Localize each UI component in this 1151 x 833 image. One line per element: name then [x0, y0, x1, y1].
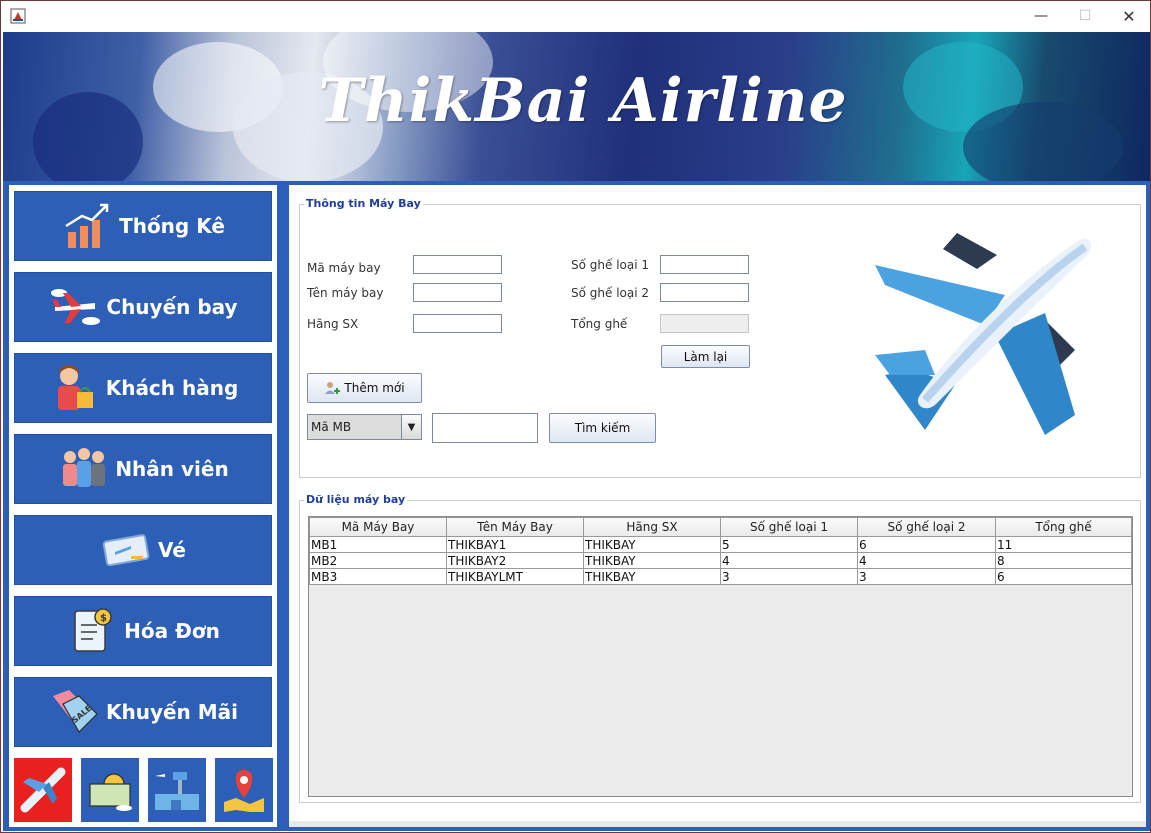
ten-may-bay-label: Tên máy bay	[307, 286, 384, 300]
table-cell: 11	[995, 536, 1132, 553]
nav-label: Chuyến bay	[106, 295, 238, 319]
so-ghe-loai-1-label: Số ghế loại 1	[571, 258, 650, 272]
bar-chart-icon	[61, 199, 115, 253]
table-cell: THIKBAY	[583, 568, 721, 585]
customer-shopping-icon	[48, 361, 102, 415]
column-header[interactable]: Mã Máy Bay	[309, 517, 447, 537]
table-cell: THIKBAY2	[446, 552, 584, 569]
group-title: Dữ liệu máy bay	[304, 493, 408, 506]
so-ghe-loai-1-field[interactable]	[660, 255, 749, 274]
search-field-select[interactable]: Mã MB ▼	[307, 414, 422, 440]
hang-sx-label: Hãng SX	[307, 317, 359, 331]
table-row[interactable]: MB2 THIKBAY2 THIKBAY 4 4 8	[309, 552, 1132, 569]
column-header[interactable]: Tên Máy Bay	[446, 517, 584, 537]
lam-lai-button[interactable]: Làm lại	[661, 345, 750, 368]
sale-tag-icon: SALE	[48, 685, 102, 739]
nav-nhan-vien-button[interactable]: Nhân viên	[14, 434, 272, 504]
table-cell: THIKBAY	[583, 536, 721, 553]
aircraft-table[interactable]: Mã Máy Bay Tên Máy Bay Hãng SX Số ghế lo…	[308, 516, 1133, 797]
column-header[interactable]: Tổng ghế	[995, 517, 1132, 537]
aircraft-info-group: Thông tin Máy Bay Mã máy bay Tên máy bay…	[299, 197, 1141, 478]
staff-group-icon	[57, 442, 111, 496]
nav-chuyen-bay-button[interactable]: Chuyến bay	[14, 272, 272, 342]
table-cell: THIKBAY	[583, 552, 721, 569]
so-ghe-loai-2-label: Số ghế loại 2	[571, 286, 650, 300]
main-panel: Thông tin Máy Bay Mã máy bay Tên máy bay…	[285, 181, 1150, 831]
airplane-clouds-icon	[48, 280, 102, 334]
invoice-icon: $	[66, 604, 120, 658]
column-header[interactable]: Số ghế loại 2	[857, 517, 996, 537]
table-cell: 4	[857, 552, 996, 569]
add-user-icon	[324, 380, 341, 396]
hang-sx-field[interactable]	[413, 314, 502, 333]
tim-kiem-button[interactable]: Tìm kiếm	[549, 413, 656, 443]
them-moi-label: Thêm mới	[344, 381, 405, 395]
table-cell: 8	[995, 552, 1132, 569]
table-cell: 5	[720, 536, 858, 553]
column-header[interactable]: Hãng SX	[583, 517, 721, 537]
column-header[interactable]: Số ghế loại 1	[720, 517, 858, 537]
so-ghe-loai-2-field[interactable]	[660, 283, 749, 302]
sidebar: Thống Kê Chuyến bay Khách hàng Nhân viên…	[3, 181, 285, 831]
nav-thong-ke-button[interactable]: Thống Kê	[14, 191, 272, 261]
table-row[interactable]: MB3 THIKBAYLMT THIKBAY 3 3 6	[309, 568, 1132, 585]
table-cell: 6	[857, 536, 996, 553]
ten-may-bay-field[interactable]	[413, 283, 502, 302]
svg-text:$: $	[100, 613, 107, 624]
nav-khuyen-mai-button[interactable]: SALE Khuyến Mãi	[14, 677, 272, 747]
title-bar: — ☐ ✕	[1, 1, 1150, 31]
nav-label: Nhân viên	[115, 457, 229, 481]
nav-label: Khuyến Mãi	[105, 700, 239, 724]
nav-label: Hóa Đơn	[124, 619, 220, 643]
table-cell: 4	[720, 552, 858, 569]
table-cell: MB3	[309, 568, 447, 585]
table-cell: THIKBAYLMT	[446, 568, 584, 585]
chevron-down-icon[interactable]: ▼	[401, 415, 421, 439]
search-field-value: Mã MB	[311, 420, 352, 434]
table-cell: THIKBAY1	[446, 536, 584, 553]
nav-label: Vé	[158, 538, 186, 562]
group-title: Thông tin Máy Bay	[304, 197, 423, 210]
table-cell: MB1	[309, 536, 447, 553]
ma-may-bay-label: Mã máy bay	[307, 261, 381, 275]
minimize-button[interactable]: —	[1018, 1, 1064, 31]
world-travel-tile-icon[interactable]	[81, 758, 139, 822]
java-app-icon	[10, 8, 26, 24]
nav-hoa-don-button[interactable]: $ Hóa Đơn	[14, 596, 272, 666]
nav-khach-hang-button[interactable]: Khách hàng	[14, 353, 272, 423]
map-pin-tile-icon[interactable]	[215, 758, 273, 822]
close-button[interactable]: ✕	[1106, 1, 1151, 31]
airport-tile-icon[interactable]	[148, 758, 206, 822]
ticket-icon	[100, 523, 154, 577]
tim-kiem-label: Tìm kiếm	[574, 421, 631, 435]
table-cell: MB2	[309, 552, 447, 569]
header-banner: ThikBai Airline	[3, 32, 1150, 181]
search-input[interactable]	[432, 413, 538, 443]
airplane-illustration-icon	[875, 233, 1091, 435]
table-cell: 3	[857, 568, 996, 585]
nav-ve-button[interactable]: Vé	[14, 515, 272, 585]
app-title: ThikBai Airline	[318, 66, 848, 136]
table-row[interactable]: MB1 THIKBAY1 THIKBAY 5 6 11	[309, 536, 1132, 553]
airplane-tile-icon[interactable]	[14, 758, 72, 822]
maximize-button[interactable]: ☐	[1062, 1, 1108, 31]
nav-label: Thống Kê	[119, 214, 225, 238]
tong-ghe-field	[660, 314, 749, 333]
ma-may-bay-field[interactable]	[413, 255, 502, 274]
them-moi-button[interactable]: Thêm mới	[307, 373, 422, 403]
aircraft-data-group: Dữ liệu máy bay Mã Máy Bay Tên Máy Bay H…	[299, 493, 1141, 803]
table-cell: 6	[995, 568, 1132, 585]
tong-ghe-label: Tổng ghế	[571, 317, 628, 331]
lam-lai-label: Làm lại	[683, 349, 728, 364]
app-window: — ☐ ✕ ThikBai Airline Thống Kê Chuyến ba…	[0, 0, 1151, 833]
table-cell: 3	[720, 568, 858, 585]
nav-label: Khách hàng	[105, 376, 239, 400]
